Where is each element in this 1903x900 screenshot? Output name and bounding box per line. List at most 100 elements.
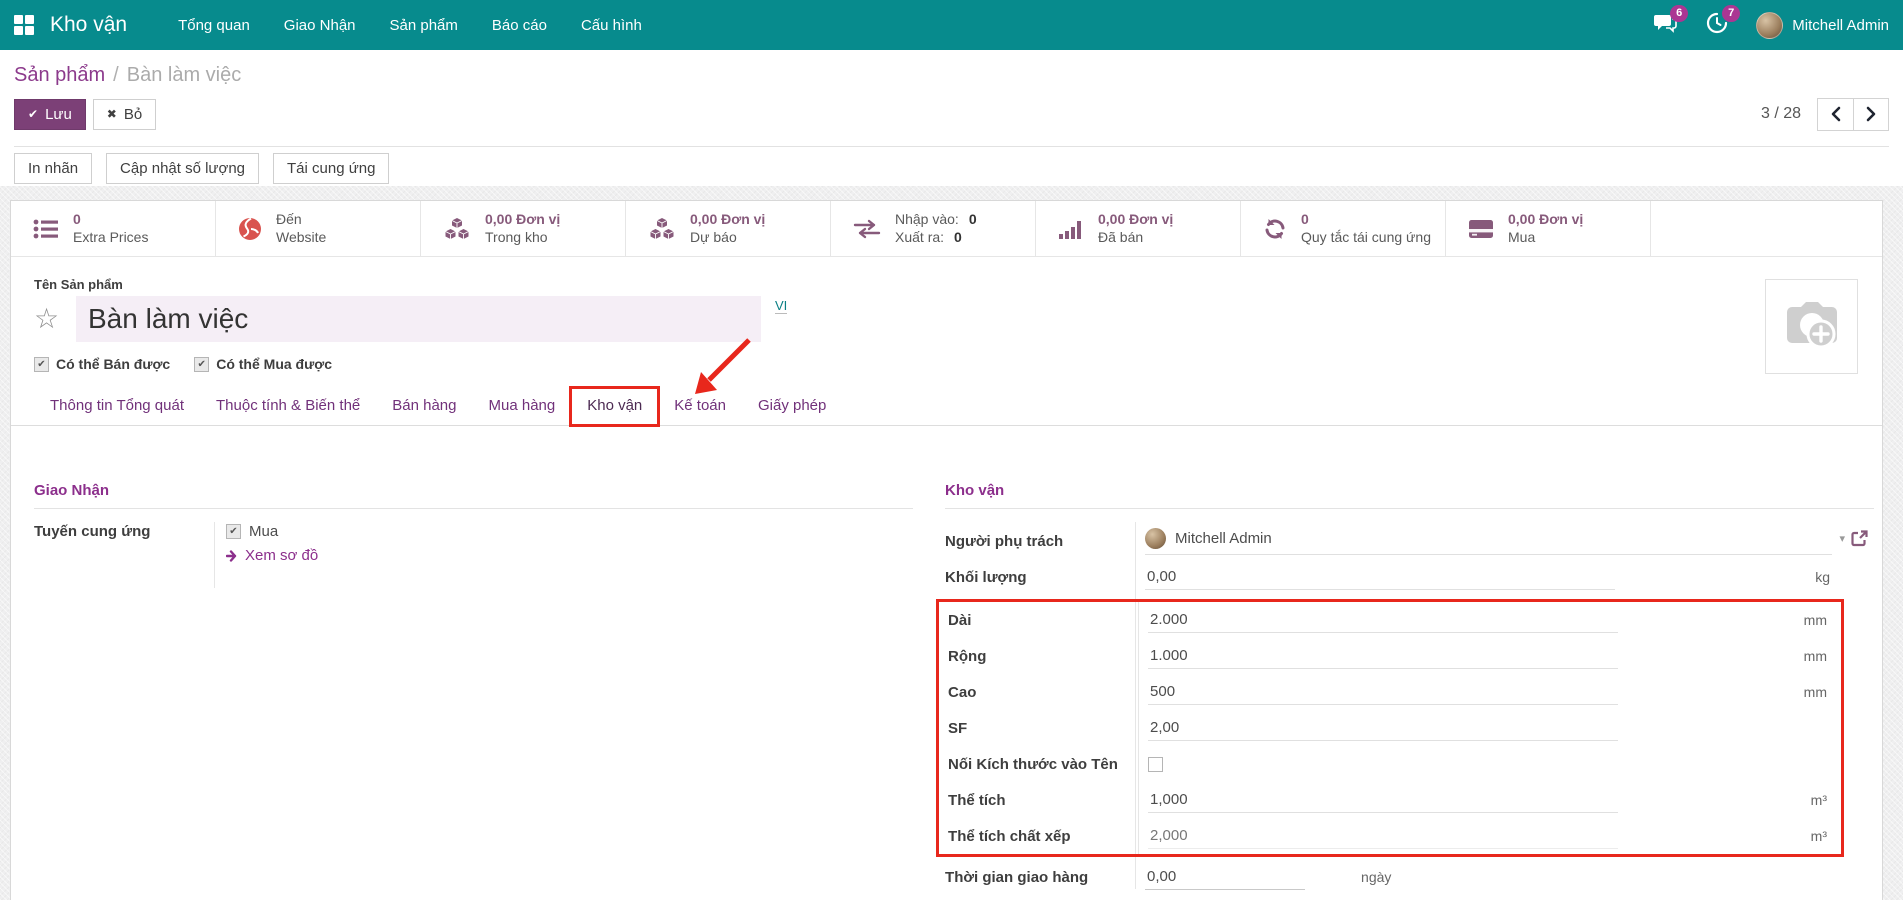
save-button[interactable]: ✔ Lưu <box>14 99 86 130</box>
checkbox-checked-icon: ✔ <box>194 357 209 372</box>
app-name[interactable]: Kho vận <box>50 13 127 37</box>
tab-general-information[interactable]: Thông tin Tổng quát <box>34 388 200 425</box>
stat-website[interactable]: ĐếnWebsite <box>216 201 421 256</box>
chevron-down-icon[interactable]: ▾ <box>1839 532 1845 545</box>
annotation-red-box: Dài 2.000 mm Rộng 1.000 mm <box>936 599 1844 857</box>
height-input[interactable]: 500 <box>1148 680 1618 705</box>
width-row: Rộng 1.000 mm <box>948 638 1841 674</box>
tab-accounting[interactable]: Kế toán <box>658 388 742 425</box>
stat-purchased[interactable]: 0,00 Đơn vịMua <box>1446 201 1651 256</box>
stat-buttons-bar: 0Extra Prices ĐếnWebsite 0,00 Đơn vịTron… <box>11 201 1882 257</box>
stat-on-hand[interactable]: 0,00 Đơn vịTrong kho <box>421 201 626 256</box>
inventory-group: Kho vận Người phụ trách Mitchell Admin ▾ <box>945 482 1874 895</box>
menu-configuration[interactable]: Cấu hình <box>564 0 659 50</box>
tab-sales[interactable]: Bán hàng <box>376 388 472 425</box>
volume-unit: m³ <box>1811 792 1827 808</box>
cubes-icon <box>443 217 471 241</box>
form-body: Giao Nhận Tuyến cung ứng ✔ Mua Xem sơ đồ <box>11 426 1882 895</box>
pager-next-button[interactable] <box>1853 99 1888 130</box>
can-buy-checkbox[interactable]: ✔ Có thể Mua được <box>194 356 332 372</box>
discard-button[interactable]: ✖ Bỏ <box>93 99 156 130</box>
chevron-right-icon <box>1866 106 1877 122</box>
print-labels-button[interactable]: In nhãn <box>14 153 92 184</box>
activities-badge: 7 <box>1722 5 1740 22</box>
control-panel: Sản phẩm / Bàn làm việc ✔ Lưu ✖ Bỏ 3 / 2… <box>0 50 1903 191</box>
tab-attributes-variants[interactable]: Thuộc tính & Biến thể <box>200 388 376 425</box>
notebook-tabs: Thông tin Tổng quát Thuộc tính & Biến th… <box>11 388 1882 426</box>
stat-sold[interactable]: 0,00 Đơn vịĐã bán <box>1036 201 1241 256</box>
activities-button[interactable]: 7 <box>1704 12 1730 38</box>
concat-dimensions-checkbox[interactable] <box>1148 757 1163 772</box>
stat-reordering-rules[interactable]: 0Quy tắc tái cung ứng <box>1241 201 1446 256</box>
menu-reporting[interactable]: Báo cáo <box>475 0 564 50</box>
form-sheet: 0Extra Prices ĐếnWebsite 0,00 Đơn vịTron… <box>10 200 1883 900</box>
volume-input[interactable]: 1,000 <box>1148 788 1618 813</box>
breadcrumb-parent[interactable]: Sản phẩm <box>14 64 105 87</box>
tab-inventory[interactable]: Kho vận <box>571 388 658 425</box>
pager-previous-button[interactable] <box>1818 99 1853 130</box>
lead-time-row: Thời gian giao hàng 0,00 ngày <box>945 859 1874 895</box>
length-input[interactable]: 2.000 <box>1148 608 1618 633</box>
weight-input[interactable]: 0,00 <box>1145 565 1615 590</box>
menu-operations[interactable]: Giao Nhận <box>267 0 373 50</box>
weight-row: Khối lượng 0,00 kg <box>945 559 1874 595</box>
chevron-left-icon <box>1830 106 1841 122</box>
route-buy-checkbox[interactable]: ✔ Mua <box>226 523 318 540</box>
concat-dimensions-row: Nối Kích thước vào Tên <box>948 746 1841 782</box>
stat-in-out[interactable]: Nhập vào:0 Xuất ra:0 <box>831 201 1036 256</box>
globe-icon <box>238 217 262 241</box>
external-link-icon[interactable] <box>1851 530 1868 547</box>
pager-count: 3 / 28 <box>1761 105 1801 123</box>
height-row: Cao 500 mm <box>948 674 1841 710</box>
product-image-placeholder[interactable] <box>1765 279 1858 374</box>
cubes-icon <box>648 217 676 241</box>
menu-overview[interactable]: Tổng quan <box>161 0 267 50</box>
action-buttons-row: In nhãn Cập nhật số lượng Tái cung ứng <box>14 146 1889 191</box>
replenish-button[interactable]: Tái cung ứng <box>273 153 389 184</box>
responsible-input[interactable]: Mitchell Admin <box>1145 528 1832 555</box>
sf-input[interactable]: 2,00 <box>1148 716 1618 741</box>
refresh-icon <box>1263 217 1287 241</box>
stat-forecasted[interactable]: 0,00 Đơn vịDự báo <box>626 201 831 256</box>
lead-time-input[interactable]: 0,00 <box>1145 865 1305 890</box>
language-tag[interactable]: VI <box>775 296 787 314</box>
view-diagram-link[interactable]: Xem sơ đồ <box>226 547 318 564</box>
checkbox-checked-icon: ✔ <box>34 357 49 372</box>
bar-chart-icon <box>1058 218 1084 240</box>
credit-card-icon <box>1468 219 1494 239</box>
width-input[interactable]: 1.000 <box>1148 644 1618 669</box>
apps-menu-icon[interactable] <box>14 15 34 35</box>
messages-button[interactable]: 6 <box>1652 12 1678 38</box>
menu-products[interactable]: Sản phẩm <box>373 0 475 50</box>
messages-badge: 6 <box>1670 5 1688 22</box>
height-unit: mm <box>1804 684 1827 700</box>
product-name-input[interactable]: Bàn làm việc <box>76 296 761 342</box>
stat-extra-prices[interactable]: 0Extra Prices <box>11 201 216 256</box>
main-menu: Tổng quan Giao Nhận Sản phẩm Báo cáo Cấu… <box>161 0 659 50</box>
checkbox-checked-icon: ✔ <box>226 524 241 539</box>
statbar-spacer <box>1651 201 1882 256</box>
check-icon: ✔ <box>28 107 38 121</box>
update-quantity-button[interactable]: Cập nhật số lượng <box>106 153 259 184</box>
avatar <box>1145 528 1166 549</box>
breadcrumb: Sản phẩm / Bàn làm việc <box>14 50 1889 87</box>
user-avatar <box>1756 12 1783 39</box>
favorite-star-icon[interactable]: ☆ <box>34 305 76 333</box>
pager: 3 / 28 <box>1761 98 1889 131</box>
list-icon <box>33 218 59 240</box>
user-menu[interactable]: Mitchell Admin <box>1756 12 1889 39</box>
breadcrumb-current: Bàn làm việc <box>127 64 242 87</box>
arrow-right-icon <box>226 550 240 562</box>
delivery-group-title: Giao Nhận <box>34 482 913 509</box>
weight-unit: kg <box>1815 569 1830 585</box>
page: Kho vận Tổng quan Giao Nhận Sản phẩm Báo… <box>0 0 1903 900</box>
breadcrumb-separator: / <box>113 64 119 87</box>
user-name: Mitchell Admin <box>1792 17 1889 34</box>
tab-licenses[interactable]: Giấy phép <box>742 388 842 425</box>
column-divider <box>214 522 215 588</box>
can-sell-checkbox[interactable]: ✔ Có thể Bán được <box>34 356 170 372</box>
width-unit: mm <box>1804 648 1827 664</box>
content-background: 0Extra Prices ĐếnWebsite 0,00 Đơn vịTron… <box>0 186 1903 900</box>
tab-purchase[interactable]: Mua hàng <box>473 388 572 425</box>
lead-time-unit: ngày <box>1361 869 1391 885</box>
